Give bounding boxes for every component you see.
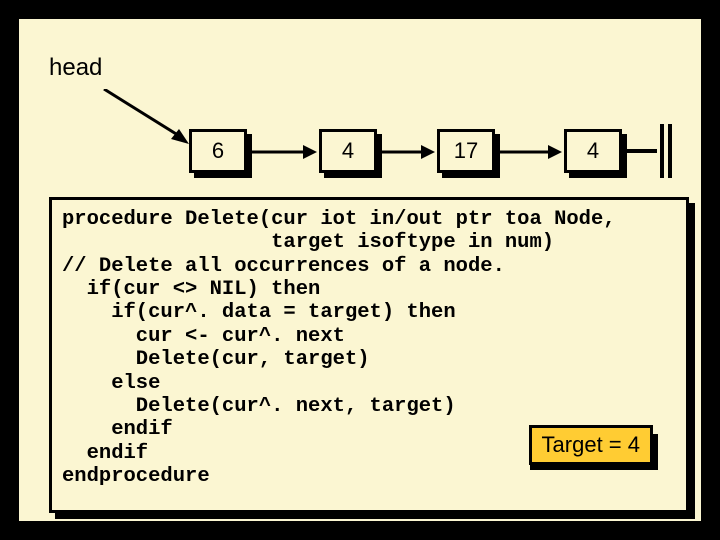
target-badge: Target = 4 xyxy=(529,425,653,465)
list-node-4: 4 xyxy=(564,129,622,173)
next-arrow xyxy=(499,143,562,161)
diagram-frame: head 6 4 17 4 procedure Delete(cur iot i… xyxy=(15,15,705,525)
nil-terminator-icon xyxy=(657,124,675,178)
list-node-3: 17 xyxy=(437,129,495,173)
list-node-1: 6 xyxy=(189,129,247,173)
next-arrow xyxy=(250,143,317,161)
head-label: head xyxy=(49,54,102,82)
head-pointer-line xyxy=(99,89,189,144)
nil-connector xyxy=(625,149,657,153)
list-node-2: 4 xyxy=(319,129,377,173)
next-arrow xyxy=(380,143,435,161)
